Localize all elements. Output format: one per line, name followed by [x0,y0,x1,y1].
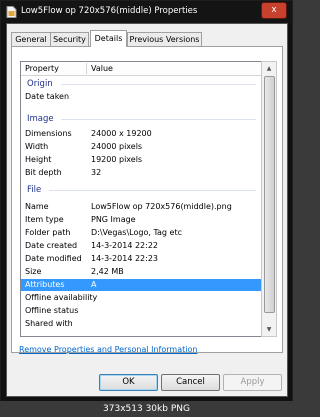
property-row[interactable]: Date taken [21,91,262,103]
property-row[interactable]: Width 24000 pixels [21,141,262,153]
property-name: Item type [25,215,64,224]
property-name: Offline availability [25,293,98,302]
property-name: Date created [25,241,78,250]
property-column-header[interactable]: Property [25,64,59,73]
property-row[interactable]: Dimensions 24000 x 19200 [21,128,262,140]
property-value: D:\Vegas\Logo, Tag etc [91,228,182,237]
tab-security[interactable]: Security [50,32,89,46]
property-value: 24000 pixels [91,142,143,151]
value-column-header[interactable]: Value [91,64,113,73]
property-row[interactable]: Item type PNG Image [21,214,262,226]
property-name: Dimensions [25,129,72,138]
tab-previous-versions[interactable]: Previous Versions [127,32,202,46]
property-name: Bit depth [25,168,62,177]
group-image: Image [27,114,54,124]
property-name: Width [25,142,49,151]
window-title: Low5Flow op 720x576(middle) Properties [21,6,198,16]
property-name: Name [25,202,49,211]
property-row[interactable]: Folder path D:\Vegas\Logo, Tag etc [21,227,262,239]
property-value: Low5Flow op 720x576(middle).png [91,202,232,211]
scrollbar-thumb[interactable] [264,76,275,313]
property-name: Date taken [25,92,70,101]
property-row[interactable]: Date modified 14-3-2014 22:23 [21,253,262,265]
document-icon [6,6,17,18]
property-name: Folder path [25,228,71,237]
scroll-down-icon[interactable]: ▼ [262,323,276,336]
property-value: 19200 pixels [91,155,143,164]
properties-list[interactable]: Property Value Origin Date taken Image D… [20,61,263,337]
property-value: 2,42 MB [91,267,124,276]
property-name: Shared with [25,319,73,328]
group-origin: Origin [27,79,53,89]
property-row-selected[interactable]: Attributes A [21,279,262,291]
property-row[interactable]: Size 2,42 MB [21,266,262,278]
property-value: PNG Image [91,215,136,224]
group-divider [49,190,256,191]
property-row[interactable]: Shared with [21,318,262,330]
property-value: 14-3-2014 22:22 [91,241,158,250]
apply-button[interactable]: Apply [223,374,282,391]
column-divider[interactable] [86,63,87,74]
group-divider [61,119,256,120]
title-bar[interactable]: Low5Flow op 720x576(middle) Properties x [1,1,292,23]
property-name: Height [25,155,52,164]
property-value: 14-3-2014 22:23 [91,254,158,263]
property-row[interactable]: Height 19200 pixels [21,154,262,166]
property-row[interactable]: Bit depth 32 [21,167,262,179]
property-row[interactable]: Offline availability [21,292,262,304]
group-file: File [27,185,42,195]
property-row[interactable]: Name Low5Flow op 720x576(middle).png [21,201,262,213]
property-value: 32 [91,168,102,177]
image-caption: 373x513 30kb PNG [0,401,293,417]
property-row[interactable]: Date created 14-3-2014 22:22 [21,240,262,252]
vertical-scrollbar[interactable]: ▲ ▼ [261,61,277,337]
dialog-body: General Security Details Previous Versio… [6,23,288,397]
remove-properties-link[interactable]: Remove Properties and Personal Informati… [19,345,197,354]
ok-button[interactable]: OK [99,374,158,391]
property-name: Offline status [25,306,79,315]
property-value: A [91,280,97,289]
property-name: Attributes [25,280,65,289]
property-name: Size [25,267,42,276]
tab-general[interactable]: General [11,32,51,46]
property-value: 24000 x 19200 [91,129,152,138]
property-row[interactable]: Offline status [21,305,262,317]
properties-window: Low5Flow op 720x576(middle) Properties x… [0,0,293,402]
details-panel: Property Value Origin Date taken Image D… [11,46,283,353]
column-header: Property Value [21,62,262,76]
tab-details[interactable]: Details [90,30,127,47]
property-name: Date modified [25,254,82,263]
scroll-up-icon[interactable]: ▲ [262,62,276,75]
cancel-button[interactable]: Cancel [161,374,220,391]
group-divider [61,84,256,85]
close-button[interactable]: x [261,2,287,19]
